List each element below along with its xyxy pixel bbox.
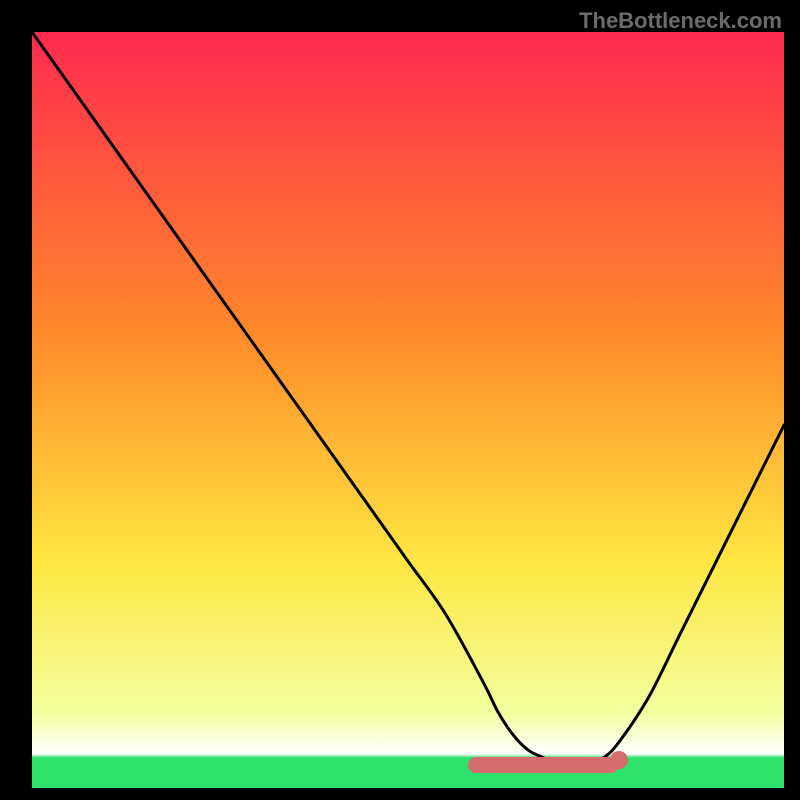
chart-frame: TheBottleneck.com xyxy=(0,0,800,800)
bottleneck-curve-path xyxy=(32,32,784,766)
optimal-trough-end-dot xyxy=(610,751,628,769)
watermark-label: TheBottleneck.com xyxy=(579,8,782,34)
optimal-trough-band xyxy=(468,757,618,773)
plot-area xyxy=(32,32,784,788)
bottleneck-curve xyxy=(32,32,784,788)
